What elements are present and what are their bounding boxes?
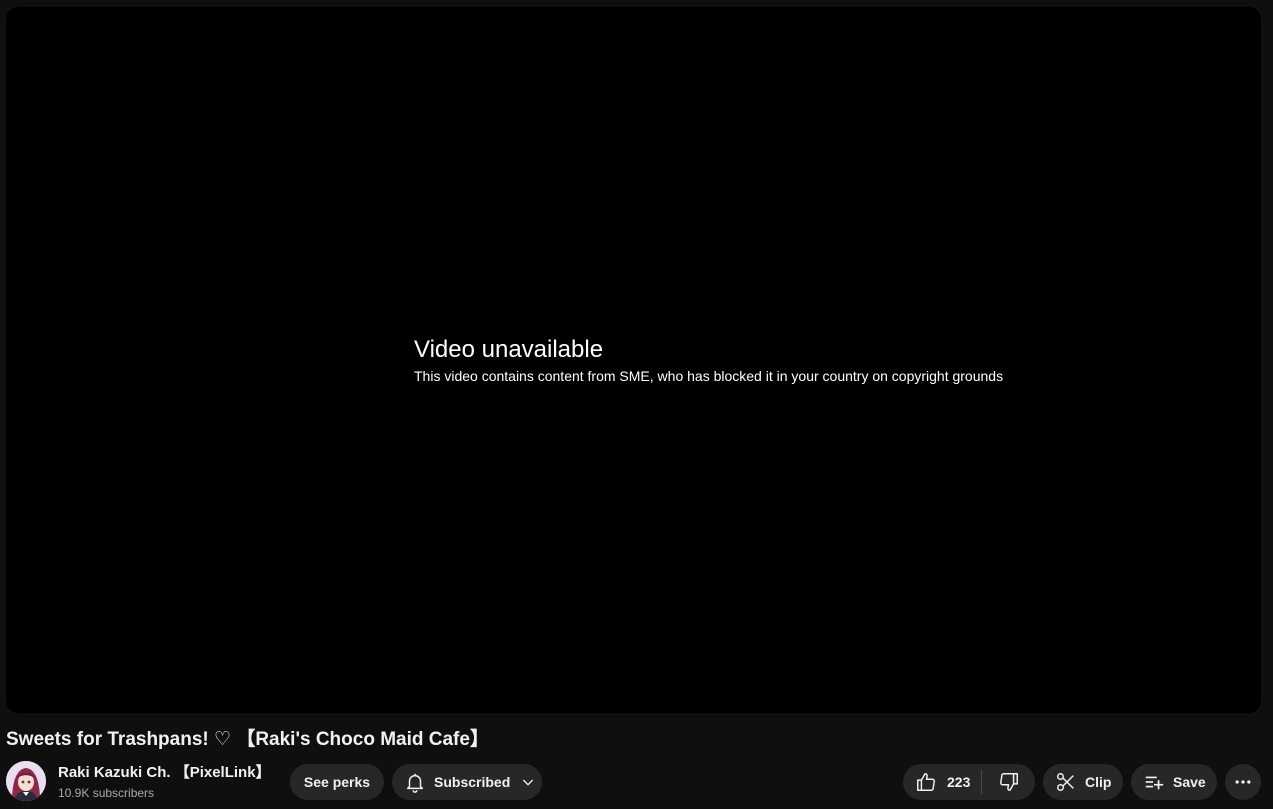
playlist-add-icon (1143, 771, 1165, 793)
see-perks-button[interactable]: See perks (290, 764, 384, 800)
error-title: Video unavailable (414, 336, 604, 363)
save-button[interactable]: Save (1131, 764, 1217, 800)
subscribed-button[interactable]: Subscribed (392, 764, 542, 800)
player-error-message: Video unavailable This video contains co… (414, 335, 1003, 385)
video-title: Sweets for Trashpans! ♡ 【Raki's Choco Ma… (6, 729, 489, 750)
clip-button[interactable]: Clip (1043, 764, 1123, 800)
like-count: 223 (947, 774, 971, 790)
thumbs-up-icon (915, 771, 937, 793)
subscriber-count: 10.9K subscribers (58, 786, 155, 800)
more-horizontal-icon (1233, 772, 1253, 792)
error-reason: This video contains content from SME, wh… (414, 368, 1004, 384)
subscribed-label: Subscribed (434, 774, 511, 790)
thumbs-down-icon (998, 771, 1020, 793)
scissors-icon (1055, 771, 1077, 793)
owner-row: Raki Kazuki Ch. 【PixelLink】 10.9K subscr… (6, 761, 1263, 801)
like-dislike-group: 223 (903, 764, 1035, 800)
video-player[interactable]: Video unavailable This video contains co… (6, 7, 1261, 713)
dislike-button[interactable] (982, 764, 1035, 800)
more-actions-button[interactable] (1225, 764, 1261, 800)
bell-icon (404, 771, 426, 793)
channel-avatar[interactable] (6, 761, 46, 801)
avatar-image (6, 761, 46, 801)
clip-label: Clip (1085, 774, 1112, 790)
channel-name[interactable]: Raki Kazuki Ch. 【PixelLink】 (58, 763, 271, 783)
save-label: Save (1173, 774, 1206, 790)
see-perks-label: See perks (303, 774, 371, 790)
chevron-down-icon (520, 774, 536, 790)
like-button[interactable]: 223 (903, 764, 981, 800)
